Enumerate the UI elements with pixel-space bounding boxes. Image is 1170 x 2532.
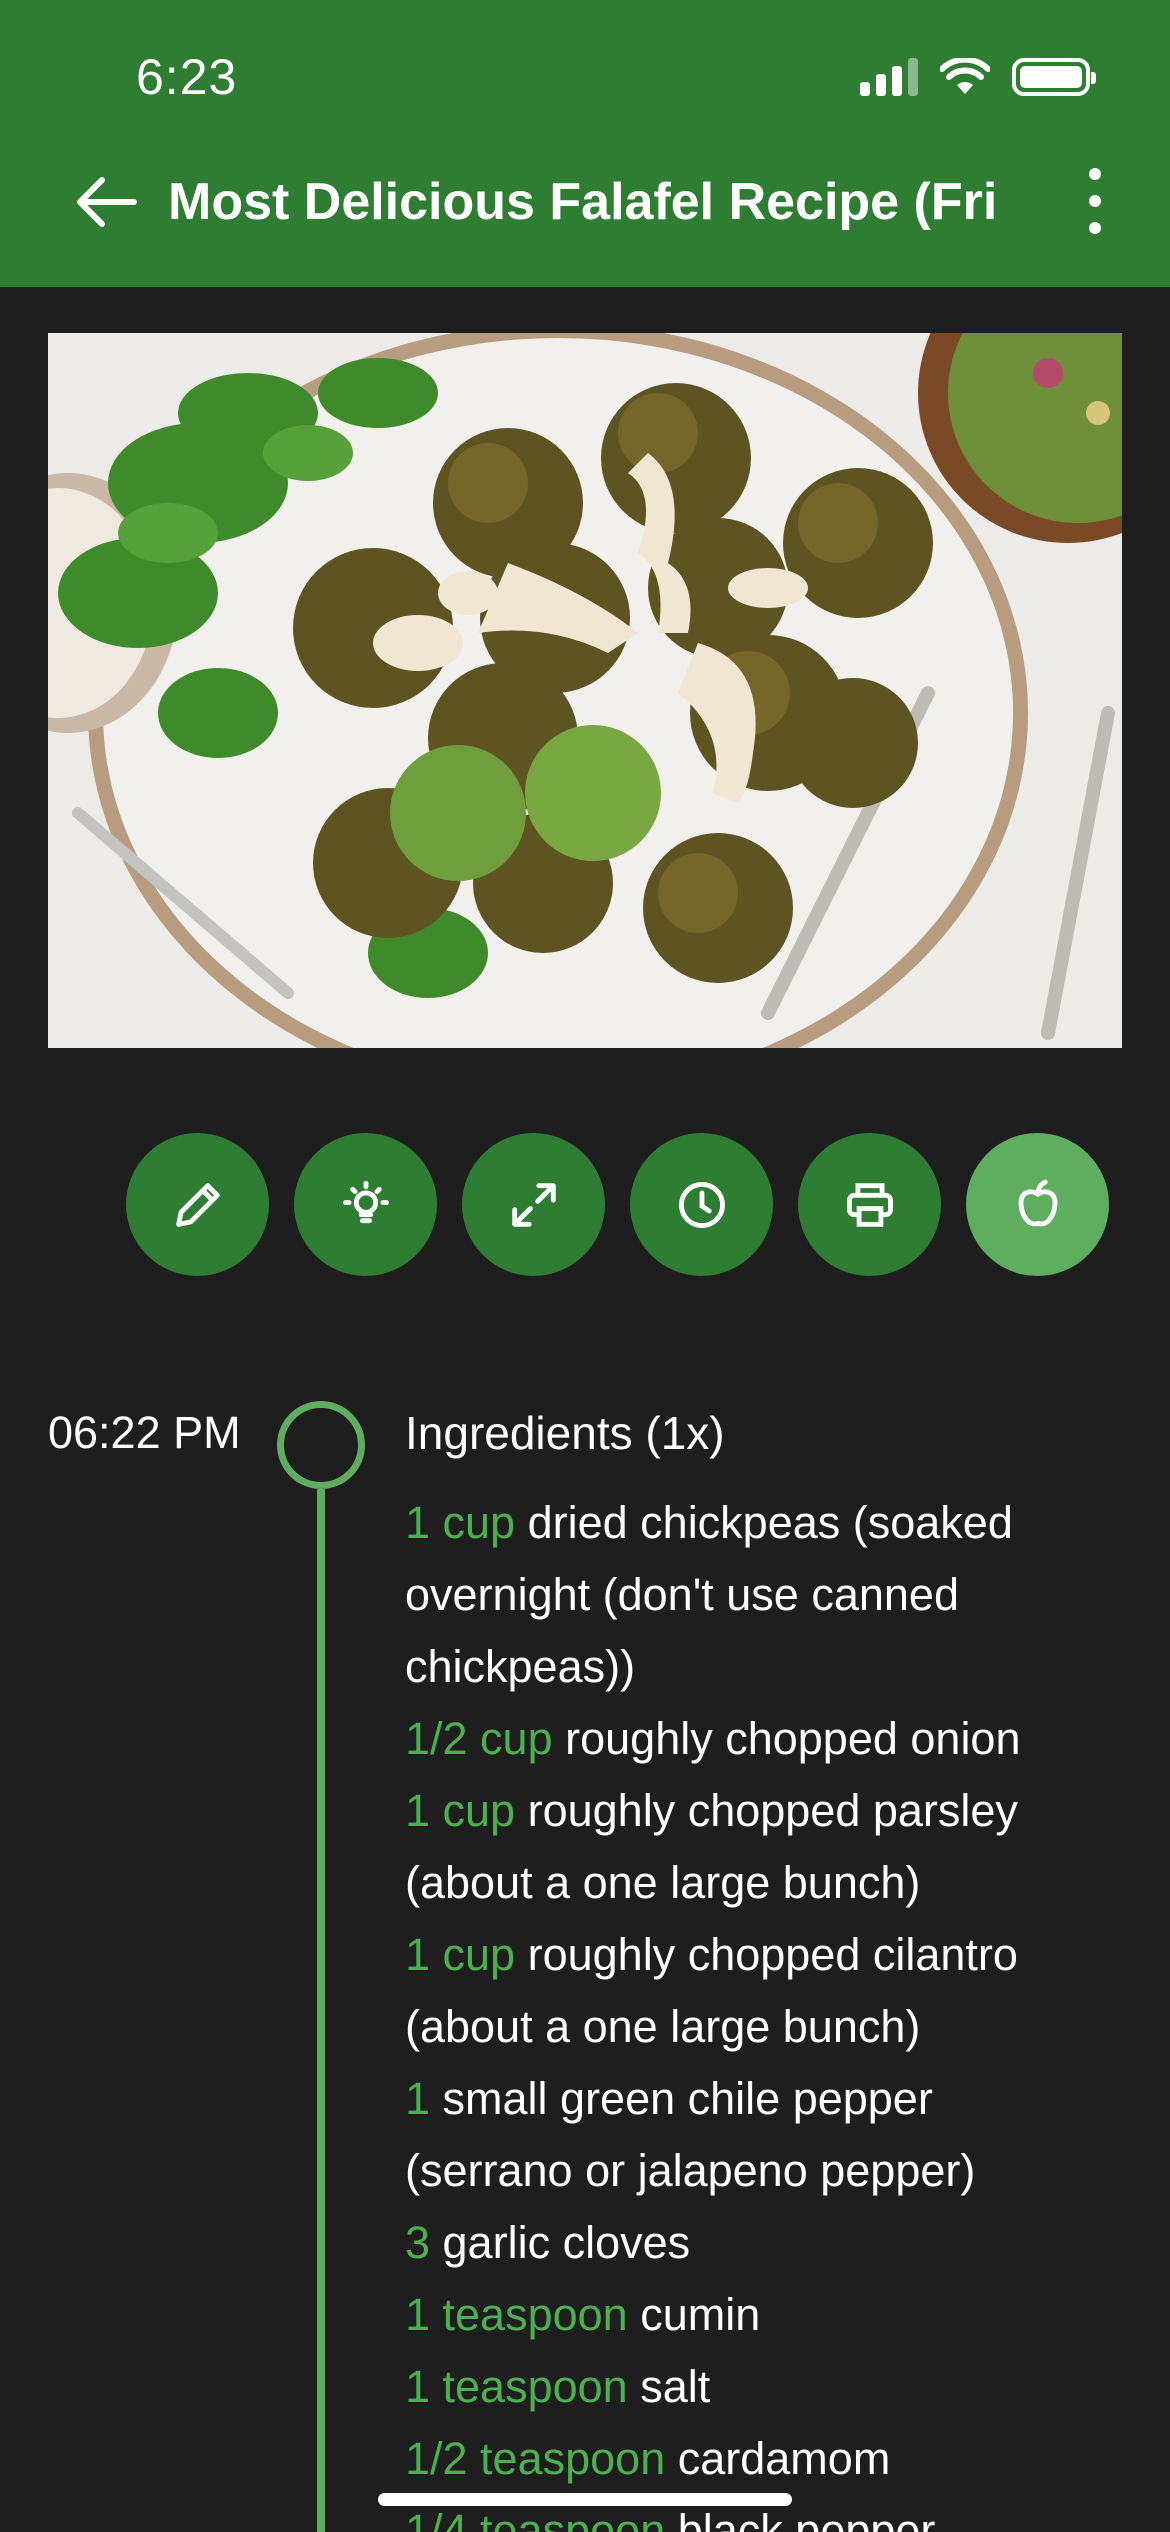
status-time: 6:23 <box>136 49 238 105</box>
print-button[interactable] <box>798 1133 941 1276</box>
ingredient-text: black pepper <box>665 2505 936 2532</box>
ingredient-quantity: 3 <box>405 2217 431 2268</box>
page-title: Most Delicious Falafel Recipe (Fri <box>168 173 998 231</box>
arrow-left-icon <box>77 177 137 227</box>
ingredient-item: 1 teaspoon cumin <box>405 2279 1105 2351</box>
ingredient-quantity: 1 <box>405 2073 431 2124</box>
ingredient-item: 1 cup roughly chopped parsley (about a o… <box>405 1775 1105 1919</box>
more-vert-icon <box>1089 168 1101 180</box>
ingredient-text: cardamom <box>665 2433 891 2484</box>
action-buttons <box>126 1133 1109 1276</box>
ingredient-quantity: 1/2 cup <box>405 1713 553 1764</box>
ingredient-item: 1 teaspoon salt <box>405 2351 1105 2423</box>
ingredients-section: Ingredients (1x) 1 cup dried chickpeas (… <box>405 1405 1105 2532</box>
ingredients-list: 1 cup dried chickpeas (soaked overnight … <box>405 1487 1105 2532</box>
clock-icon <box>678 1181 725 1228</box>
timeline-line <box>317 1489 325 2532</box>
expand-button[interactable] <box>462 1133 605 1276</box>
nutrition-button[interactable] <box>966 1133 1109 1276</box>
app-header: 6:23 Most Delicious Falafel Recipe (Fri <box>0 0 1170 287</box>
battery-icon <box>1012 58 1096 96</box>
ingredient-item: 1/2 teaspoon cardamom <box>405 2423 1105 2495</box>
ingredient-quantity: 1/2 teaspoon <box>405 2433 666 2484</box>
timeline-node <box>277 1401 365 1489</box>
ingredient-quantity: 1 cup <box>405 1929 516 1980</box>
printer-icon <box>846 1182 893 1227</box>
ingredient-text: roughly chopped onion <box>552 1713 1021 1764</box>
ingredient-item: 3 garlic cloves <box>405 2207 1105 2279</box>
signal-icon <box>860 58 918 96</box>
edit-button[interactable] <box>126 1133 269 1276</box>
ingredient-quantity: 1 teaspoon <box>405 2361 628 2412</box>
ingredient-quantity: 1/4 teaspoon <box>405 2505 666 2532</box>
lightbulb-icon <box>342 1180 389 1223</box>
ingredient-text: small green chile pepper (serrano or jal… <box>405 2073 976 2196</box>
wifi-icon <box>940 58 990 94</box>
apple-icon <box>1018 1179 1057 1226</box>
more-options-button[interactable] <box>1080 168 1110 234</box>
ingredient-quantity: 1 cup <box>405 1497 516 1548</box>
pencil-icon <box>175 1182 220 1227</box>
tips-button[interactable] <box>294 1133 437 1276</box>
ingredient-item: 1 small green chile pepper (serrano or j… <box>405 2063 1105 2207</box>
ingredient-text: salt <box>627 2361 711 2412</box>
back-button[interactable] <box>70 172 140 232</box>
expand-icon <box>511 1182 556 1227</box>
ingredient-text: cumin <box>627 2289 761 2340</box>
home-indicator[interactable] <box>378 2493 792 2506</box>
ingredients-title: Ingredients (1x) <box>405 1407 725 1459</box>
ingredient-item: 1 cup dried chickpeas (soaked overnight … <box>405 1487 1105 1703</box>
ingredient-text: garlic cloves <box>430 2217 691 2268</box>
ingredient-quantity: 1 teaspoon <box>405 2289 628 2340</box>
ingredient-item: 1/2 cup roughly chopped onion <box>405 1703 1105 1775</box>
timeline-time: 06:22 PM <box>48 1407 241 1458</box>
status-icons <box>860 58 1096 96</box>
timer-button[interactable] <box>630 1133 773 1276</box>
recipe-image <box>48 333 1122 1048</box>
ingredient-quantity: 1 cup <box>405 1785 516 1836</box>
ingredient-item: 1 cup roughly chopped cilantro (about a … <box>405 1919 1105 2063</box>
